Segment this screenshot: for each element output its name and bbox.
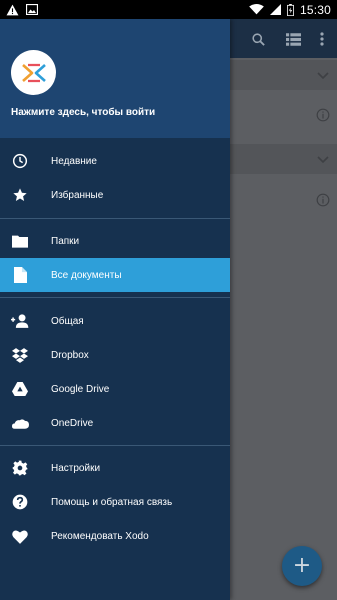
- menu-item-onedrive[interactable]: OneDrive: [0, 406, 230, 440]
- menu-item-shared[interactable]: Общая: [0, 304, 230, 338]
- menu-item-label: Папки: [51, 235, 80, 247]
- person-add-icon: [11, 312, 29, 330]
- heart-icon: [11, 527, 29, 545]
- drawer-header[interactable]: Нажмите здесь, чтобы войти: [0, 19, 230, 138]
- menu-item-settings[interactable]: Настройки: [0, 451, 230, 485]
- clock: 15:30: [299, 2, 331, 17]
- menu-item-google-drive[interactable]: Google Drive: [0, 372, 230, 406]
- navigation-drawer: Нажмите здесь, чтобы войти Недавние Избр…: [0, 19, 230, 600]
- menu-item-label: Общая: [51, 315, 84, 327]
- battery-icon: [287, 3, 294, 16]
- info-icon[interactable]: [316, 193, 330, 212]
- chevron-down-icon[interactable]: [317, 67, 329, 85]
- search-icon[interactable]: [248, 29, 268, 49]
- signal-icon: [269, 4, 281, 15]
- menu-item-dropbox[interactable]: Dropbox: [0, 338, 230, 372]
- menu-item-help[interactable]: Помощь и обратная связь: [0, 485, 230, 519]
- xodo-logo[interactable]: [11, 50, 56, 95]
- menu-item-all-documents[interactable]: Все документы: [0, 258, 230, 292]
- login-prompt[interactable]: Нажмите здесь, чтобы войти: [11, 107, 155, 118]
- chevron-down-icon[interactable]: [317, 151, 329, 169]
- dropbox-icon: [11, 346, 29, 364]
- add-button[interactable]: +: [282, 546, 322, 586]
- onedrive-icon: [11, 414, 29, 432]
- wifi-icon: [249, 4, 264, 15]
- menu-item-label: OneDrive: [51, 417, 94, 429]
- divider: [0, 445, 230, 446]
- divider: [0, 218, 230, 219]
- google-drive-icon: [11, 380, 29, 398]
- image-icon: [26, 4, 38, 15]
- menu-item-folders[interactable]: Папки: [0, 224, 230, 258]
- menu-item-label: Dropbox: [51, 349, 89, 361]
- menu-item-label: Настройки: [51, 462, 101, 474]
- more-vert-icon[interactable]: [312, 29, 332, 49]
- add-icon: +: [292, 553, 312, 578]
- menu-item-recommend[interactable]: Рекомендовать Xodo: [0, 519, 230, 553]
- menu-item-label: Все документы: [51, 269, 122, 281]
- help-icon: [11, 493, 29, 511]
- menu-item-label: Рекомендовать Xodo: [51, 530, 149, 542]
- folder-icon: [11, 232, 29, 250]
- settings-icon: [11, 459, 29, 477]
- view-list-icon[interactable]: [283, 29, 303, 49]
- warning-icon: [6, 4, 19, 16]
- menu-item-favorites[interactable]: Избранные: [0, 178, 230, 212]
- star-icon: [11, 186, 29, 204]
- menu-item-label: Избранные: [51, 189, 104, 201]
- status-bar: 15:30: [0, 0, 337, 19]
- document-icon: [11, 266, 29, 284]
- menu-item-label: Недавние: [51, 155, 97, 167]
- divider: [0, 297, 230, 298]
- menu-item-label: Помощь и обратная связь: [51, 496, 173, 508]
- menu-item-recent[interactable]: Недавние: [0, 144, 230, 178]
- clock-icon: [11, 152, 29, 170]
- menu-item-label: Google Drive: [51, 383, 110, 395]
- info-icon[interactable]: [316, 108, 330, 127]
